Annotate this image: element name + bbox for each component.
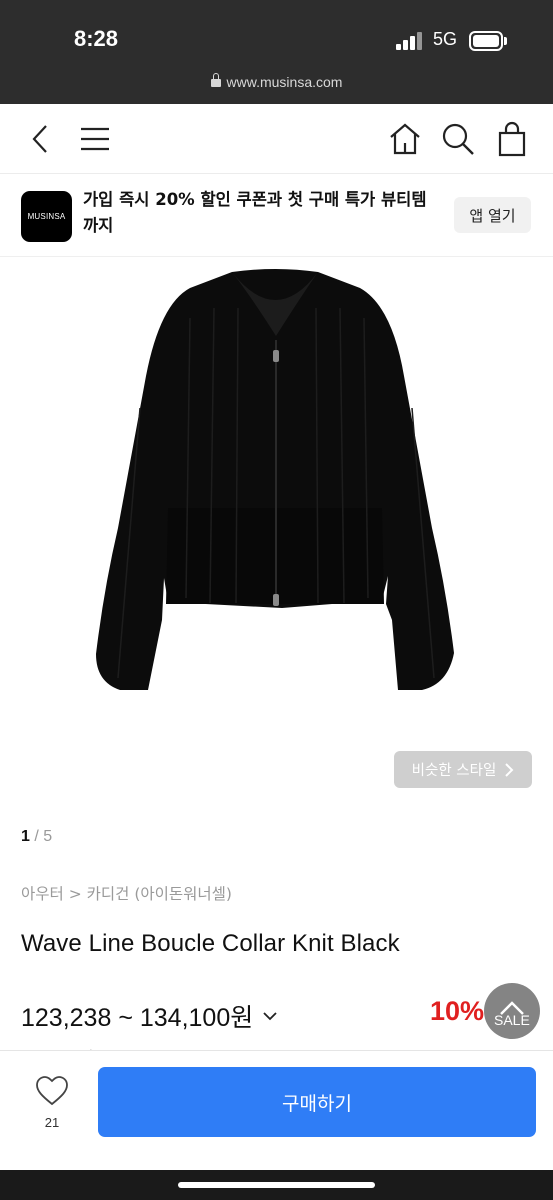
cart-button[interactable] xyxy=(494,121,530,157)
chevron-right-icon xyxy=(505,762,514,777)
top-nav xyxy=(0,104,553,174)
back-button[interactable] xyxy=(22,121,58,157)
chevron-down-icon xyxy=(263,1012,277,1021)
product-image[interactable] xyxy=(0,258,553,803)
buy-button[interactable]: 구매하기 xyxy=(98,1067,536,1137)
similar-style-button[interactable]: 비슷한 스타일 xyxy=(394,751,532,788)
image-pager: 1 / 5 xyxy=(21,828,52,846)
price-range[interactable]: 123,238 ~ 134,100원 xyxy=(21,998,277,1034)
back-icon xyxy=(32,125,47,153)
menu-button[interactable] xyxy=(77,121,113,157)
discount-rate: 10% xyxy=(430,996,485,1026)
product-title: Wave Line Boucle Collar Knit Black xyxy=(21,930,400,957)
menu-icon xyxy=(81,127,109,151)
pager-total: 5 xyxy=(43,828,53,845)
sale-label: SALE xyxy=(494,1012,530,1028)
scroll-top-button[interactable] xyxy=(484,983,540,1039)
home-icon xyxy=(390,123,420,155)
battery-icon xyxy=(469,31,507,51)
similar-style-label: 비슷한 스타일 xyxy=(411,763,497,779)
like-count: 21 xyxy=(44,1115,60,1130)
like-button[interactable]: 21 xyxy=(30,1075,74,1130)
lock-icon xyxy=(210,73,221,87)
url-text: www.musinsa.com xyxy=(226,74,343,90)
url-bar[interactable]: www.musinsa.com xyxy=(0,73,553,90)
pager-current: 1 xyxy=(21,828,30,845)
status-time: 8:28 xyxy=(74,26,119,51)
price-text: 123,238 ~ 134,100원 xyxy=(21,1004,254,1032)
pager-separator: / xyxy=(29,828,44,845)
shopping-bag-icon xyxy=(498,121,526,157)
app-promo-banner: MUSINSA 가입 즉시 20% 할인 쿠폰과 첫 구매 특가 뷰티템 까지 … xyxy=(0,175,553,257)
musinsa-logo: MUSINSA xyxy=(21,191,72,242)
search-icon xyxy=(442,123,474,155)
cardigan-image xyxy=(96,269,454,690)
home-button[interactable] xyxy=(387,121,423,157)
status-bar: 8:28 5G www.musinsa.com xyxy=(0,0,553,104)
promo-text: 가입 즉시 20% 할인 쿠폰과 첫 구매 특가 뷰티템 까지 xyxy=(83,190,427,235)
scroll-top-icon xyxy=(500,1001,524,1015)
signal-icon xyxy=(396,32,426,50)
heart-icon xyxy=(36,1076,68,1106)
home-indicator[interactable] xyxy=(178,1182,375,1188)
breadcrumb[interactable]: 아우터 > 카디건 (아이돈워너셀) xyxy=(21,882,232,904)
home-indicator-area xyxy=(0,1170,553,1200)
search-button[interactable] xyxy=(440,121,476,157)
network-label: 5G xyxy=(433,29,458,49)
purchase-bar: 21 구매하기 xyxy=(0,1050,553,1170)
open-app-button[interactable]: 앱 열기 xyxy=(454,197,531,233)
